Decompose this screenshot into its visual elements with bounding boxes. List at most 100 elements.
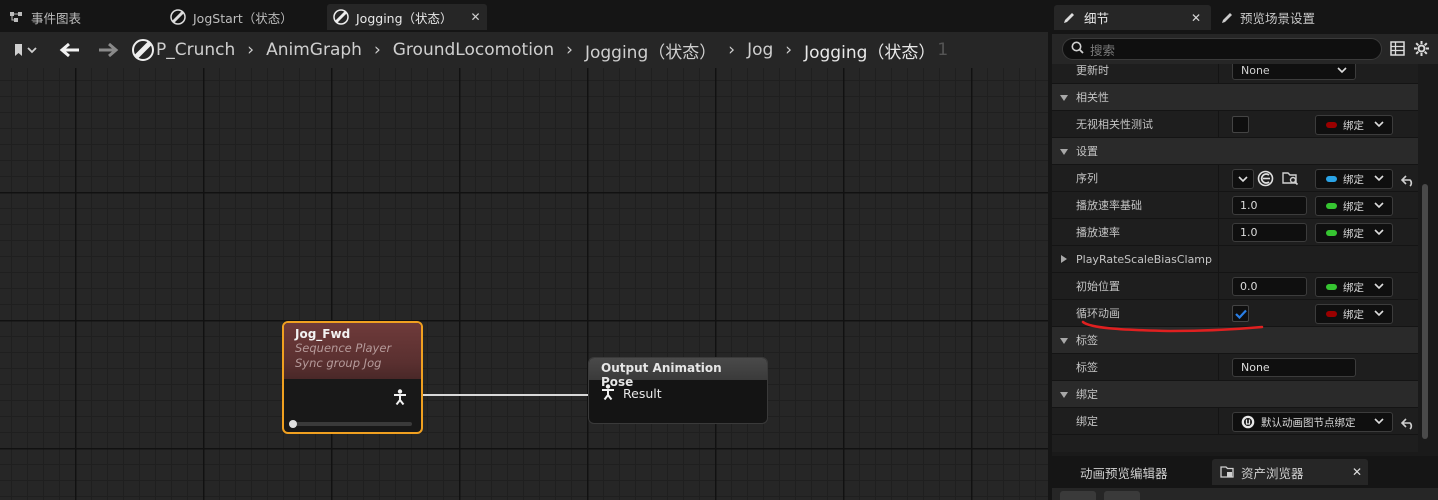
bind-dropdown[interactable]: 绑定 [1315, 277, 1393, 297]
category-relevancy[interactable]: 相关性 [1052, 84, 1418, 111]
tab-anim-preview-editor[interactable]: 动画预览编辑器 [1080, 459, 1168, 485]
breadcrumb-overflow: 1 [937, 40, 949, 60]
tab-jogging[interactable]: Jogging（状态） ✕ [327, 4, 487, 30]
breadcrumb-item[interactable]: GroundLocomotion [393, 40, 554, 60]
graph-canvas[interactable] [0, 68, 1048, 500]
state-icon [333, 9, 349, 25]
property-label: 绑定 [1076, 415, 1098, 428]
category-label: 设置 [1076, 145, 1098, 158]
annotation-underline [1081, 320, 1264, 333]
pose-output-pin-icon[interactable] [393, 389, 407, 409]
binding-value: 默认动画图节点绑定 [1261, 416, 1356, 429]
browse-asset-icon[interactable] [1282, 170, 1299, 191]
result-label: Result [623, 385, 662, 401]
details-scrollbar[interactable] [1420, 64, 1430, 452]
tab-jogstart[interactable]: JogStart（状态） [170, 4, 293, 30]
details-search-input[interactable]: 搜索 [1062, 38, 1382, 60]
property-label: 播放速率 [1076, 226, 1120, 239]
bind-dropdown[interactable]: 绑定 [1315, 115, 1393, 135]
sequence-player-node[interactable]: Jog_Fwd Sequence Player Sync group Jog [282, 321, 423, 434]
column-divider [1218, 246, 1219, 273]
node-title: Output Animation Pose [589, 358, 767, 389]
property-list: 更新时 None 相关性 无视相关性测试 绑定 设置 序列 绑定 播放速率基础 … [1052, 64, 1418, 452]
unreal-logo-icon [1241, 415, 1255, 429]
bottom-tab-bar: 动画预览编辑器 资产浏览器 ✕ [1052, 456, 1438, 488]
editor-window: 事件图表 JogStart（状态） Jogging（状态） ✕ P_Crunch… [0, 0, 1438, 500]
bind-label: 绑定 [1343, 227, 1364, 240]
binding-type-dropdown[interactable]: 默认动画图节点绑定 [1232, 412, 1393, 432]
asset-browser-toolbar [1052, 488, 1438, 500]
update-dropdown[interactable]: None [1232, 64, 1356, 80]
bind-dropdown[interactable]: 绑定 [1315, 223, 1393, 243]
property-row-play-rate-clamp[interactable]: PlayRateScaleBiasClamp [1052, 246, 1418, 273]
chevron-right-icon: › [785, 40, 793, 60]
back-arrow-icon[interactable] [1060, 491, 1096, 500]
output-pose-node[interactable]: Output Animation Pose Result [588, 357, 768, 424]
tab-details[interactable]: 细节 ✕ [1054, 5, 1211, 30]
breadcrumb-bar: P_Crunch › AnimGraph › GroundLocomotion … [0, 32, 1048, 68]
breadcrumb-item-current: Jogging（状态） [804, 42, 936, 63]
close-tab-icon[interactable]: ✕ [471, 10, 481, 24]
property-row-sequence: 序列 绑定 [1052, 165, 1418, 192]
bind-label: 绑定 [1343, 119, 1364, 132]
category-settings[interactable]: 设置 [1052, 138, 1418, 165]
bool-pin-icon [1326, 311, 1337, 317]
expand-arrow-icon [1061, 255, 1067, 263]
bool-pin-icon [1326, 122, 1337, 128]
bind-dropdown[interactable]: 绑定 [1315, 304, 1393, 324]
bookmark-dropdown-button[interactable] [8, 36, 44, 64]
use-selected-asset-icon[interactable] [1257, 170, 1274, 191]
node-title: Jog_Fwd [295, 327, 351, 341]
reset-to-default-icon[interactable] [1400, 172, 1415, 191]
column-divider [1218, 165, 1219, 192]
close-tab-icon[interactable]: ✕ [1352, 465, 1362, 479]
tab-label: JogStart（状态） [193, 10, 293, 26]
breadcrumb-item[interactable]: Jogging（状态） [585, 38, 716, 63]
tab-preview-scene-settings[interactable]: 预览场景设置 [1220, 5, 1315, 30]
forward-arrow-icon[interactable] [1104, 491, 1140, 500]
bind-label: 绑定 [1343, 281, 1364, 294]
property-matrix-icon[interactable] [1390, 41, 1405, 60]
sequence-asset-dropdown[interactable] [1232, 169, 1254, 189]
close-tab-icon[interactable]: ✕ [1191, 11, 1201, 25]
category-binding[interactable]: 绑定 [1052, 381, 1418, 408]
bind-label: 绑定 [1343, 173, 1364, 186]
checkmark-icon [1234, 309, 1247, 319]
bind-dropdown[interactable]: 绑定 [1315, 169, 1393, 189]
start-position-input[interactable]: 0.0 [1232, 277, 1307, 296]
tag-input[interactable]: None [1232, 358, 1356, 377]
chevron-down-icon [1238, 176, 1248, 183]
play-rate-input[interactable]: 1.0 [1232, 223, 1307, 242]
chevron-down-icon [1374, 418, 1384, 425]
reset-to-default-icon[interactable] [1400, 415, 1415, 434]
play-rate-basis-input[interactable]: 1.0 [1232, 196, 1307, 215]
playback-progress-bar [289, 420, 412, 428]
back-arrow-icon[interactable] [58, 36, 82, 64]
scrollbar-thumb[interactable] [1422, 184, 1428, 439]
forward-arrow-icon[interactable] [96, 36, 120, 64]
pose-input-pin-icon[interactable] [601, 383, 615, 403]
column-divider [1218, 273, 1219, 300]
tab-event-graph[interactable]: 事件图表 [8, 4, 81, 30]
property-row-play-rate-basis: 播放速率基础 1.0 绑定 [1052, 192, 1418, 219]
tab-asset-browser[interactable]: 资产浏览器 ✕ [1212, 459, 1368, 485]
category-label: 绑定 [1076, 388, 1098, 401]
breadcrumb-item[interactable]: AnimGraph [266, 40, 362, 60]
expand-arrow-icon [1060, 95, 1068, 101]
float-pin-icon [1326, 203, 1337, 209]
chevron-down-icon [1374, 175, 1384, 182]
ignore-relevancy-checkbox[interactable] [1232, 116, 1249, 133]
bind-label: 绑定 [1343, 200, 1364, 213]
chevron-down-icon [1374, 121, 1384, 128]
property-label: 标签 [1076, 361, 1098, 374]
bind-dropdown[interactable]: 绑定 [1315, 196, 1393, 216]
property-row-start-position: 初始位置 0.0 绑定 [1052, 273, 1418, 300]
breadcrumb-item[interactable]: Jog [747, 40, 773, 60]
chevron-right-icon: › [373, 40, 381, 60]
progress-knob[interactable] [289, 420, 297, 428]
tab-label: 细节 [1084, 11, 1110, 26]
property-label: PlayRateScaleBiasClamp [1076, 253, 1213, 266]
chevron-down-icon [1374, 310, 1384, 317]
breadcrumb-item[interactable]: P_Crunch [156, 40, 235, 60]
settings-gear-icon[interactable] [1413, 40, 1430, 61]
